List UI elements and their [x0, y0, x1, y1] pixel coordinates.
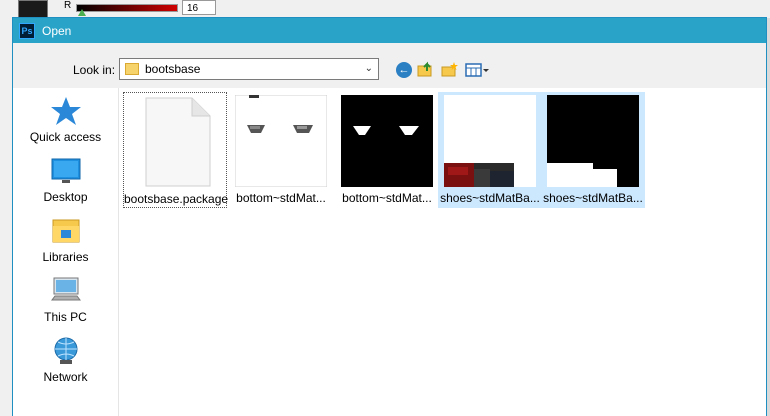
look-in-value: bootsbase	[145, 62, 201, 76]
file-name: bottom~stdMat...	[342, 191, 432, 205]
image-thumbnail	[341, 95, 433, 187]
view-menu-button[interactable]	[465, 61, 491, 79]
file-item[interactable]: shoes~stdMatBa...	[541, 92, 645, 208]
place-label: This PC	[44, 310, 87, 324]
folder-icon	[125, 63, 139, 75]
look-in-label: Look in:	[73, 63, 116, 77]
foreground-color-swatch[interactable]	[18, 0, 48, 18]
dialog-titlebar: Ps Open	[13, 18, 766, 43]
red-channel-value[interactable]: 16	[182, 0, 216, 15]
place-label: Desktop	[43, 190, 88, 204]
photoshop-app-icon: Ps	[19, 22, 35, 39]
libraries-icon	[52, 219, 79, 243]
place-label: Network	[43, 370, 88, 384]
red-channel-label: R	[64, 0, 72, 11]
place-label: Quick access	[29, 130, 102, 144]
back-button[interactable]: ←	[395, 61, 413, 79]
place-desktop[interactable]: Desktop	[13, 156, 118, 204]
file-name: bottom~stdMat...	[236, 191, 326, 205]
chevron-down-icon[interactable]: ⌄	[365, 63, 373, 74]
file-item[interactable]: shoes~stdMatBa...	[438, 92, 542, 208]
file-name: bootsbase.package	[124, 192, 228, 206]
computer-icon	[50, 277, 81, 301]
up-one-level-button[interactable]	[417, 61, 435, 79]
places-bar: Quick access Desktop Libraries This PC N…	[13, 88, 119, 416]
place-quick-access[interactable]: Quick access	[13, 96, 118, 144]
view-grid-icon	[465, 63, 489, 77]
star-icon	[50, 97, 81, 125]
folder-up-icon	[417, 61, 432, 77]
new-folder-button[interactable]	[441, 61, 459, 79]
new-folder-icon	[441, 62, 458, 77]
file-name: shoes~stdMatBa...	[440, 191, 540, 205]
desktop-icon	[51, 158, 80, 183]
file-item[interactable]: bottom~stdMat...	[335, 92, 439, 208]
look-in-dropdown[interactable]: bootsbase ⌄	[119, 58, 379, 80]
file-name: shoes~stdMatBa...	[543, 191, 643, 205]
place-libraries[interactable]: Libraries	[13, 216, 118, 264]
generic-file-icon	[145, 97, 211, 187]
file-item[interactable]: bootsbase.package	[123, 92, 228, 208]
slider-thumb-icon[interactable]	[78, 9, 86, 16]
place-this-pc[interactable]: This PC	[13, 276, 118, 324]
dialog-title: Open	[42, 23, 72, 38]
image-thumbnail	[547, 95, 639, 187]
open-dialog: Ps Open Look in: bootsbase ⌄ ← Quick acc…	[12, 17, 767, 416]
back-arrow-icon: ←	[396, 62, 412, 78]
file-list-view[interactable]: bootsbase.package bottom~stdMat... botto…	[119, 88, 766, 416]
network-icon	[54, 337, 77, 364]
place-network[interactable]: Network	[13, 336, 118, 384]
background-color-panel: R 16	[0, 0, 770, 18]
red-channel-slider[interactable]	[76, 4, 178, 12]
place-label: Libraries	[42, 250, 89, 264]
image-thumbnail	[235, 95, 327, 187]
file-item[interactable]: bottom~stdMat...	[229, 92, 333, 208]
image-thumbnail	[444, 95, 536, 187]
